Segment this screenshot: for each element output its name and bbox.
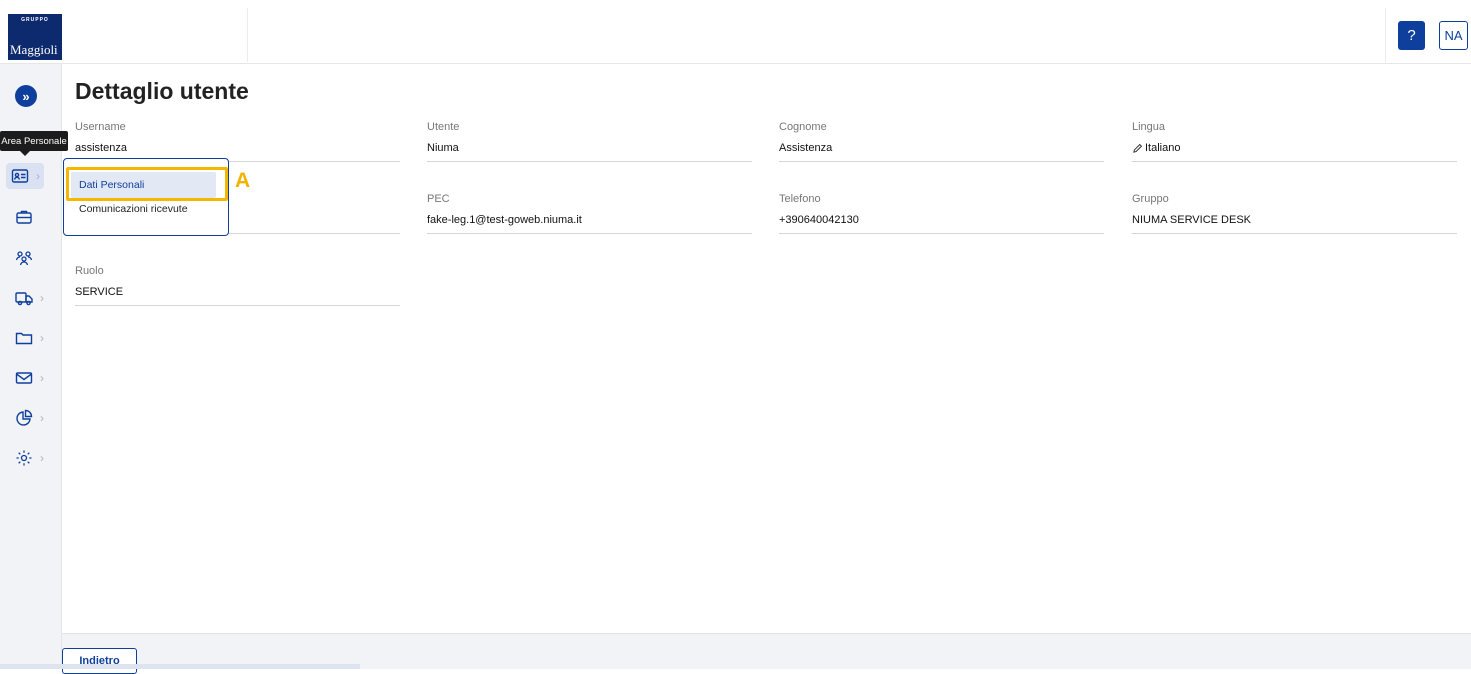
users-icon	[15, 251, 33, 266]
logo-brand-text: Maggioli	[10, 42, 58, 57]
chevron-right-icon: ›	[40, 451, 44, 465]
field-value: assistenza	[75, 142, 127, 154]
chevron-right-icon: ›	[40, 371, 44, 385]
sidebar-item-settings[interactable]: ›	[14, 445, 58, 471]
gruppo-field: Gruppo NIUMA SERVICE DESK	[1132, 193, 1457, 234]
ruolo-field: Ruolo SERVICE	[75, 265, 400, 306]
truck-icon	[15, 292, 33, 306]
lingua-field[interactable]: Lingua Italiano	[1132, 121, 1457, 162]
sidebar: » › › › › › ›	[0, 64, 62, 669]
sidebar-item-folder[interactable]: ›	[14, 325, 58, 351]
field-value: Niuma	[427, 142, 459, 154]
chevron-right-icon: ›	[40, 291, 44, 305]
menu-item-dati-personali[interactable]: Dati Personali	[71, 172, 216, 198]
field-label: Telefono	[779, 193, 821, 205]
expand-sidebar-button[interactable]: »	[15, 85, 37, 107]
field-label: Gruppo	[1132, 193, 1169, 205]
lingua-value-row[interactable]: Italiano	[1132, 142, 1457, 155]
help-button[interactable]: ?	[1398, 21, 1425, 50]
header-divider	[1385, 8, 1386, 62]
field-label: Cognome	[779, 121, 827, 133]
field-label: Utente	[427, 121, 460, 133]
page-title: Dettaglio utente	[75, 78, 249, 104]
field-value: +390640042130	[779, 214, 859, 226]
sidebar-item-mail[interactable]: ›	[14, 365, 58, 391]
sidebar-item-truck[interactable]: ›	[14, 285, 58, 311]
chevron-right-icon: ›	[36, 169, 40, 183]
chevron-right-icon: ›	[40, 331, 44, 345]
cognome-field: Cognome Assistenza	[779, 121, 1104, 162]
pencil-icon[interactable]	[1132, 143, 1143, 154]
gear-icon	[16, 450, 32, 466]
field-label: Lingua	[1132, 121, 1166, 133]
area-personale-submenu: Dati Personali Comunicazioni ricevute	[63, 158, 229, 236]
logo-group-text: GRUPPO	[21, 17, 49, 23]
field-label: PEC	[427, 193, 450, 205]
mail-icon	[15, 372, 33, 384]
back-button[interactable]: Indietro	[62, 648, 137, 674]
sidebar-item-users[interactable]	[14, 245, 58, 271]
annotation-label: A	[235, 169, 251, 192]
field-value: fake-leg.1@test-goweb.niuma.it	[427, 214, 582, 226]
header-divider	[247, 8, 248, 62]
field-value: Assistenza	[779, 142, 833, 154]
field-value: NIUMA SERVICE DESK	[1132, 214, 1251, 226]
pec-field: PEC fake-leg.1@test-goweb.niuma.it	[427, 193, 752, 234]
horizontal-scrollbar[interactable]	[0, 664, 360, 669]
chevron-right-icon: ›	[40, 411, 44, 425]
folder-icon	[15, 332, 33, 345]
sidebar-item-area-personale[interactable]: ›	[6, 163, 44, 189]
sidebar-item-briefcase[interactable]	[14, 204, 58, 230]
menu-item-comunicazioni-ricevute[interactable]: Comunicazioni ricevute	[79, 203, 188, 215]
field-label: Ruolo	[75, 265, 104, 277]
field-value: Italiano	[1145, 142, 1181, 154]
sidebar-tooltip: Area Personale	[0, 131, 68, 156]
sidebar-item-statistics[interactable]: ›	[14, 405, 58, 431]
username-field: Username assistenza	[75, 121, 400, 162]
maggioli-logo[interactable]: GRUPPO Maggioli	[8, 14, 62, 60]
id-card-icon	[11, 169, 29, 183]
briefcase-icon	[16, 210, 32, 224]
field-label: Username	[75, 121, 126, 133]
utente-field: Utente Niuma	[427, 121, 752, 162]
top-bar: GRUPPO Maggioli ? NA	[0, 0, 1471, 64]
field-value: SERVICE	[75, 286, 124, 298]
user-avatar-button[interactable]: NA	[1439, 21, 1468, 50]
telefono-field: Telefono +390640042130	[779, 193, 1104, 234]
pie-chart-icon	[16, 409, 33, 426]
